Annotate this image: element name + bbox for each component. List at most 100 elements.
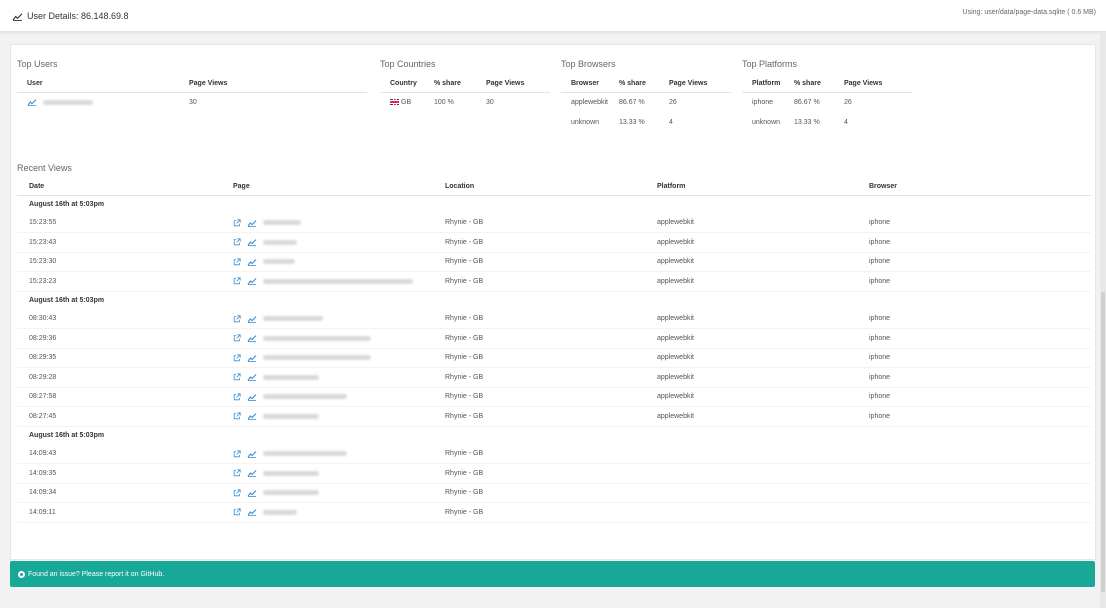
chart-line-icon[interactable]: [247, 450, 257, 458]
external-link-icon[interactable]: [233, 373, 241, 381]
date-group-row: August 16th at 5:03pm: [17, 195, 1091, 213]
view-browser: [865, 502, 1091, 523]
external-link-icon[interactable]: [233, 469, 241, 477]
view-time: 15:23:55: [17, 213, 229, 233]
view-platform: applewebkit: [653, 367, 865, 388]
blurred-page-link[interactable]: [263, 394, 347, 400]
country-views: 30: [486, 98, 494, 106]
view-location: Rhynie - GB: [441, 483, 653, 503]
blurred-page-link[interactable]: [263, 451, 347, 456]
chart-line-icon[interactable]: [247, 469, 257, 478]
view-browser: iphone: [865, 252, 1091, 272]
database-info: Using: user/data/page-data.sqlite ( 0.6 …: [962, 9, 1096, 16]
external-link-icon[interactable]: [233, 508, 241, 516]
view-platform: applewebkit: [653, 387, 865, 407]
view-platform: [653, 463, 865, 484]
chart-line-icon[interactable]: [247, 489, 257, 497]
page-cell: [229, 387, 441, 407]
blurred-page-link[interactable]: [263, 374, 319, 380]
view-location: Rhynie - GB: [441, 387, 653, 407]
blurred-page-link[interactable]: [263, 259, 295, 265]
platform-share: 86.67 %: [794, 98, 820, 106]
view-platform: [653, 502, 865, 523]
view-browser: iphone: [865, 406, 1091, 427]
view-location: Rhynie - GB: [441, 213, 653, 233]
blurred-page-link[interactable]: [263, 335, 371, 341]
view-location: Rhynie - GB: [441, 328, 653, 349]
browser-views: 4: [669, 118, 673, 126]
blurred-username[interactable]: [42, 99, 93, 105]
top-platforms-table: Platform % share Page Views iphone 86.67…: [742, 76, 912, 132]
external-link-icon[interactable]: [233, 314, 241, 323]
browser-name: applewebkit: [571, 98, 608, 106]
view-time: 08:29:28: [17, 367, 229, 388]
chart-line-icon[interactable]: [247, 354, 257, 362]
external-link-icon[interactable]: [233, 238, 241, 246]
blurred-page-link[interactable]: [263, 278, 413, 284]
external-link-icon[interactable]: [233, 354, 241, 362]
scrollbar-thumb[interactable]: [1101, 292, 1105, 592]
view-browser: iphone: [865, 328, 1091, 349]
view-browser: iphone: [865, 232, 1091, 253]
scrollbar[interactable]: [1100, 32, 1106, 608]
chart-line-icon[interactable]: [247, 508, 257, 517]
external-link-icon[interactable]: [233, 258, 241, 266]
chart-line-icon[interactable]: [247, 315, 257, 323]
view-browser: iphone: [865, 367, 1091, 388]
column-header: User: [17, 76, 185, 93]
view-platform: [653, 444, 865, 464]
external-link-icon[interactable]: [233, 218, 241, 227]
footer-text[interactable]: Found an issue? Please report it on GitH…: [28, 571, 164, 578]
chart-line-icon[interactable]: [247, 258, 257, 266]
column-header: Browser: [561, 76, 615, 93]
blurred-page-link[interactable]: [263, 470, 319, 476]
table-row: 08:29:35 Rhynie - GB applewebkit iphone: [17, 348, 1091, 368]
chart-line-icon[interactable]: [247, 238, 257, 247]
page-cell: [229, 348, 441, 368]
view-location: Rhynie - GB: [441, 252, 653, 272]
view-location: Rhynie - GB: [441, 232, 653, 253]
table-row: 14:09:35 Rhynie - GB: [17, 463, 1091, 484]
external-link-icon[interactable]: [233, 334, 241, 342]
external-link-icon[interactable]: [233, 449, 241, 458]
blurred-page-link[interactable]: [263, 490, 319, 496]
blurred-page-link[interactable]: [263, 220, 301, 225]
blurred-page-link[interactable]: [263, 413, 319, 419]
view-location: Rhynie - GB: [441, 309, 653, 329]
view-platform: [653, 483, 865, 503]
view-location: Rhynie - GB: [441, 444, 653, 464]
blurred-page-link[interactable]: [263, 239, 297, 245]
chart-line-icon[interactable]: [247, 393, 257, 401]
blurred-page-link[interactable]: [263, 509, 297, 515]
chart-line-icon[interactable]: [247, 373, 257, 382]
chart-line-icon[interactable]: [247, 334, 257, 343]
view-time: 14:09:35: [17, 463, 229, 484]
blurred-page-link[interactable]: [263, 355, 371, 361]
view-time: 14:09:34: [17, 483, 229, 503]
table-row: 08:27:58 Rhynie - GB applewebkit iphone: [17, 387, 1091, 407]
page-title: User Details: 86.148.69.8: [12, 11, 129, 21]
chart-line-icon[interactable]: [247, 219, 257, 227]
external-link-icon[interactable]: [233, 412, 241, 420]
github-icon: [18, 570, 25, 578]
view-platform: applewebkit: [653, 213, 865, 233]
blurred-page-link[interactable]: [263, 316, 323, 321]
top-browsers-table: Browser % share Page Views applewebkit 8…: [561, 76, 731, 132]
table-row: 14:09:11 Rhynie - GB: [17, 502, 1091, 523]
country-share: 100 %: [434, 98, 454, 106]
view-time: 14:09:11: [17, 502, 229, 523]
page-cell: [229, 502, 441, 523]
page-cell: [229, 463, 441, 484]
footer-banner[interactable]: Found an issue? Please report it on GitH…: [10, 561, 1095, 587]
table-row: 15:23:55 Rhynie - GB applewebkit iphone: [17, 213, 1091, 233]
external-link-icon[interactable]: [233, 489, 241, 497]
view-browser: iphone: [865, 348, 1091, 368]
top-browsers-title: Top Browsers: [561, 59, 616, 69]
chart-line-icon[interactable]: [247, 412, 257, 421]
chart-line-icon[interactable]: [27, 98, 37, 107]
recent-views-table: Date Page Location Platform Browser Augu…: [17, 179, 1091, 523]
table-row: 15:23:43 Rhynie - GB applewebkit iphone: [17, 232, 1091, 253]
external-link-icon[interactable]: [233, 393, 241, 401]
chart-line-icon[interactable]: [247, 277, 257, 286]
external-link-icon[interactable]: [233, 277, 241, 285]
